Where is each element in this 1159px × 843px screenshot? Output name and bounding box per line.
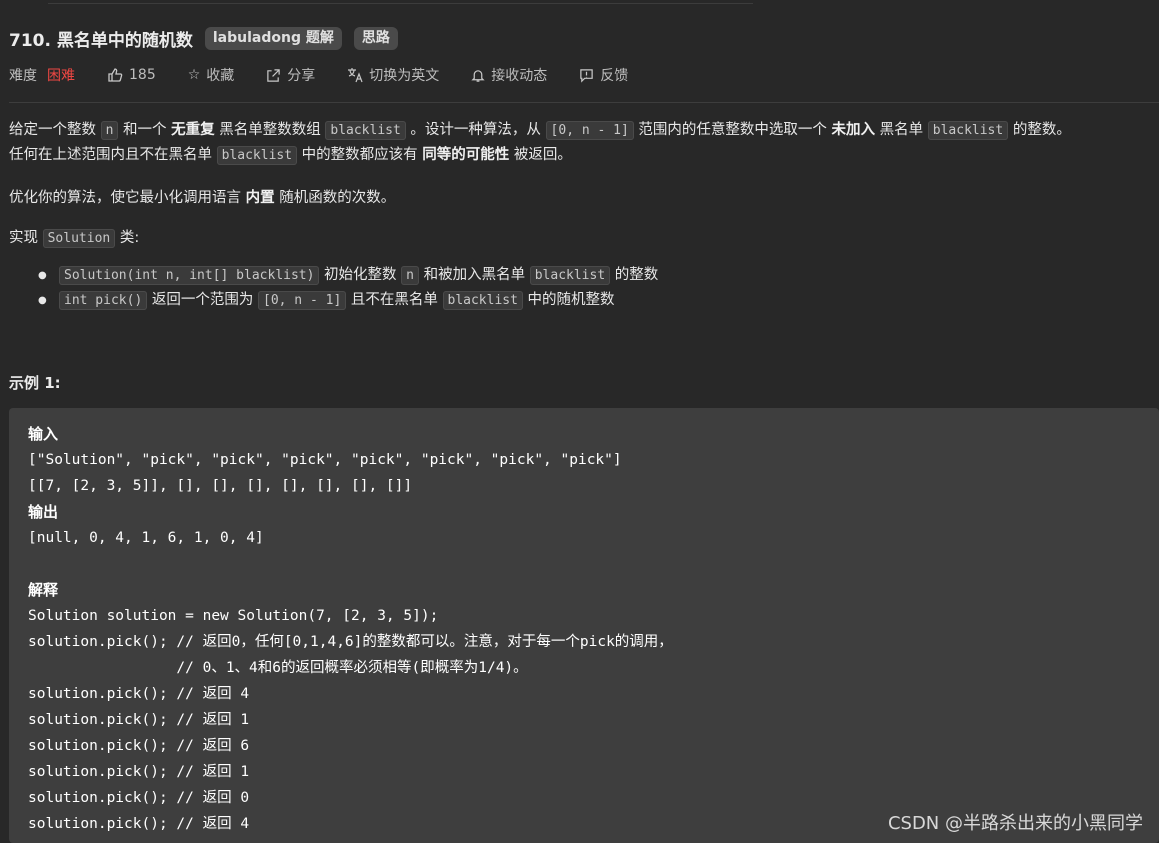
example-explain-line: solution.pick(); // 返回 4 (28, 686, 250, 702)
switch-language-button[interactable]: 切换为英文 (347, 65, 439, 85)
feedback-icon (579, 68, 594, 83)
difficulty-value: 困难 (47, 68, 75, 84)
inline-code-range: [0, n - 1] (545, 121, 634, 140)
example-output-line: [null, 0, 4, 1, 6, 1, 0, 4] (28, 530, 264, 546)
inline-code-blacklist: blacklist (927, 121, 1009, 140)
list-item: Solution(int n, int[] blacklist) 初始化整数 n… (9, 263, 658, 288)
inline-code-n: n (401, 266, 419, 285)
example-explain-line: Solution solution = new Solution(7, [2, … (28, 608, 439, 624)
like-button[interactable]: 185 (107, 67, 156, 83)
list-item: int pick() 返回一个范围为 [0, n - 1] 且不在黑名单 bla… (9, 288, 658, 313)
title-row: 710. 黑名单中的随机数 labuladong 题解 思路 (9, 24, 398, 52)
example-explain-label: 解释 (28, 581, 59, 599)
inline-code-n: n (100, 121, 119, 140)
example-explain-line: solution.pick(); // 返回 1 (28, 712, 250, 728)
meta-row: 难度 困难 185 ☆ 收藏 分享 切换为英文 接收动态 反馈 (9, 64, 660, 86)
example-block: 输入 ["Solution", "pick", "pick", "pick", … (9, 408, 1159, 843)
share-label: 分享 (287, 68, 316, 84)
inline-code-blacklist: blacklist (442, 291, 523, 310)
example-input-label: 输入 (28, 425, 59, 443)
example-explain-line: solution.pick(); // 返回 0 (28, 790, 250, 806)
inline-code-solution: Solution (42, 229, 116, 248)
switch-language-label: 切换为英文 (369, 68, 440, 84)
favorite-label: 收藏 (206, 68, 235, 84)
tag-labuladong[interactable]: labuladong 题解 (204, 26, 342, 50)
inline-code-blacklist: blacklist (325, 121, 406, 140)
top-border (48, 0, 753, 4)
favorite-button[interactable]: ☆ 收藏 (188, 65, 235, 85)
share-button[interactable]: 分享 (266, 65, 315, 85)
star-icon: ☆ (187, 67, 201, 83)
divider (9, 102, 1159, 103)
example-title: 示例 1: (9, 374, 61, 392)
inline-code-range: [0, n - 1] (258, 291, 347, 310)
example-explain-line: // 0、1、4和6的返回概率必须相等(即概率为1/4)。 (28, 660, 528, 676)
inline-code-pick: int pick() (59, 291, 148, 310)
subscribe-button[interactable]: 接收动态 (471, 65, 547, 85)
example-input-line: [[7, [2, 3, 5]], [], [], [], [], [], [],… (28, 478, 413, 494)
thumbs-up-icon (107, 67, 123, 83)
tag-idea[interactable]: 思路 (353, 26, 398, 50)
difficulty-label: 难度 (9, 68, 37, 84)
difficulty: 难度 困难 (9, 65, 75, 85)
example-explain-line: solution.pick(); // 返回 4 (28, 816, 250, 832)
feedback-button[interactable]: 反馈 (579, 65, 628, 85)
subscribe-label: 接收动态 (491, 68, 548, 84)
example-explain-line: solution.pick(); // 返回 1 (28, 764, 250, 780)
inline-code-blacklist: blacklist (529, 266, 611, 285)
translate-icon (347, 67, 363, 83)
example-input-line: ["Solution", "pick", "pick", "pick", "pi… (28, 452, 622, 468)
description-paragraph-1: 给定一个整数 n 和一个 无重复 黑名单整数数组 blacklist 。设计一种… (9, 121, 1071, 165)
like-count: 185 (129, 67, 156, 83)
description-paragraph-2: 优化你的算法，使它最小化调用语言 内置 随机函数的次数。 (9, 190, 396, 206)
example-blank-line (28, 551, 673, 577)
problem-title: 710. 黑名单中的随机数 (9, 30, 193, 51)
example-output-label: 输出 (28, 503, 59, 521)
example-explain-line: solution.pick(); // 返回0，任何[0,1,4,6]的整数都可… (28, 634, 673, 650)
inline-code-blacklist: blacklist (216, 146, 298, 165)
inline-code-constructor: Solution(int n, int[] blacklist) (59, 266, 320, 285)
feedback-label: 反馈 (600, 68, 629, 84)
watermark: CSDN @半路杀出来的小黑同学 (887, 813, 1143, 834)
share-icon (266, 68, 281, 83)
method-list: Solution(int n, int[] blacklist) 初始化整数 n… (9, 263, 658, 313)
example-lines: 输入 ["Solution", "pick", "pick", "pick", … (28, 421, 673, 837)
bell-icon (471, 68, 485, 83)
example-explain-line: solution.pick(); // 返回 6 (28, 738, 250, 754)
description-paragraph-3: 实现 Solution 类: (9, 229, 140, 248)
